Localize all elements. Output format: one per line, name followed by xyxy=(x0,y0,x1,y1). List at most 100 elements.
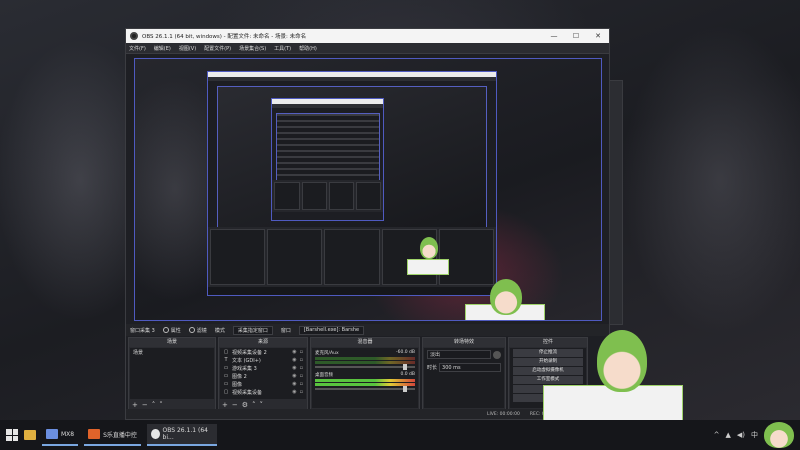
menu-view[interactable]: 视图(V) xyxy=(179,45,196,52)
sources-toolbar: + − ⚙ ˄ ˅ xyxy=(219,400,307,409)
eye-icon[interactable]: ◉ xyxy=(292,373,296,379)
properties-option[interactable]: 属性 xyxy=(162,327,181,334)
chevron-up-icon[interactable]: ^ xyxy=(714,431,720,439)
radio-icon xyxy=(188,327,195,333)
remove-icon[interactable]: − xyxy=(232,401,238,409)
scene-properties-bar: 窗口采集 3 属性 滤镜 模式 采集指定窗口 窗口 [Barshell.exe]… xyxy=(126,324,609,336)
remove-icon[interactable]: − xyxy=(142,401,148,409)
vtuber-avatar xyxy=(490,279,522,315)
move-down-icon[interactable]: ˅ xyxy=(159,401,163,409)
taskbar-item-obs[interactable]: OBS 26.1.1 (64 bi... xyxy=(146,424,217,446)
eye-icon[interactable]: ◉ xyxy=(292,365,296,371)
eye-icon[interactable]: ◉ xyxy=(292,389,296,395)
lock-icon[interactable]: ▫ xyxy=(300,349,303,355)
scenes-dock-title: 场景 xyxy=(129,338,215,347)
app-icon xyxy=(88,429,101,439)
docks-area: 场景 场景 + − ˄ ˅ 来源 ▢ 视频采集设备 2 ◉ ▫ T 文本 (GDI+) ◉… xyxy=(126,337,609,410)
start-virtual-camera-button[interactable]: 启动虚拟摄像机 xyxy=(513,367,583,375)
network-icon[interactable]: ▲ xyxy=(725,431,730,439)
track-name: 麦克风/Aux xyxy=(315,351,339,356)
lock-icon[interactable]: ▫ xyxy=(300,381,303,387)
menu-bar: 文件(F) 编辑(E) 视图(V) 配置文件(P) 场景集合(S) 工具(T) … xyxy=(126,43,609,54)
gear-icon[interactable]: ⚙ xyxy=(242,401,248,409)
menu-help[interactable]: 帮助(H) xyxy=(299,45,317,52)
track-name: 桌面音频 xyxy=(315,373,333,378)
mixer-track: 桌面音频 0.0 dB xyxy=(312,370,418,392)
track-db: -60.0 dB xyxy=(395,350,415,355)
volume-meter xyxy=(315,383,415,386)
source-item[interactable]: ▢ 视频采集设备 2 ◉ ▫ xyxy=(220,348,306,356)
image-icon: ▭ xyxy=(223,373,229,379)
volume-slider[interactable] xyxy=(315,364,415,370)
text-icon: T xyxy=(224,357,228,363)
sources-dock: 来源 ▢ 视频采集设备 2 ◉ ▫ T 文本 (GDI+) ◉ ▫ ▭ 游戏采集 3 ◉ ▫ ▭ 图… xyxy=(218,337,308,410)
taskbar: MX8 S乐直播中控 OBS 26.1.1 (64 bi... ^ ▲ ◀) 中 xyxy=(0,420,800,450)
gear-icon[interactable] xyxy=(493,350,501,359)
source-item[interactable]: T 文本 (GDI+) ◉ ▫ xyxy=(220,356,306,364)
source-item[interactable]: ▢ 视频采集设备 ◉ ▫ xyxy=(220,388,306,396)
menu-scene-collection[interactable]: 场景集合(S) xyxy=(239,45,266,52)
transition-select[interactable]: 淡出 xyxy=(427,350,491,359)
filters-option[interactable]: 滤镜 xyxy=(188,327,207,334)
volume-icon[interactable]: ◀) xyxy=(737,431,745,439)
volume-slider[interactable] xyxy=(315,386,415,392)
window-title: OBS 26.1.1 (64 bit, windows) - 配置文件: 未命名… xyxy=(142,34,307,40)
mode-select[interactable]: 采集指定窗口 xyxy=(232,325,273,335)
mixer-body: 麦克风/Aux -60.0 dB 桌面音频 0.0 dB xyxy=(312,348,418,408)
windows-start-icon[interactable] xyxy=(6,429,18,441)
add-icon[interactable]: + xyxy=(132,401,138,409)
eye-icon[interactable]: ◉ xyxy=(292,349,296,355)
taskbar-item-live-console[interactable]: S乐直播中控 xyxy=(84,424,141,446)
current-scene-label: 窗口采集 3 xyxy=(130,327,155,334)
menu-tools[interactable]: 工具(T) xyxy=(274,45,291,52)
track-db: 0.0 dB xyxy=(400,372,415,377)
preview-canvas[interactable] xyxy=(134,58,602,321)
lock-icon[interactable]: ▫ xyxy=(300,373,303,379)
scene-item[interactable]: 场景 xyxy=(130,348,214,357)
taskbar-item-mx8[interactable]: MX8 xyxy=(42,424,79,446)
eye-icon[interactable]: ◉ xyxy=(292,357,296,363)
image-icon: ▭ xyxy=(223,381,229,387)
mixer-dock-title: 混音器 xyxy=(311,338,419,347)
lock-icon[interactable]: ▫ xyxy=(300,357,303,363)
transitions-dock: 转场特效 淡出 时长 300 ms xyxy=(422,337,506,410)
duration-input[interactable]: 300 ms xyxy=(439,363,501,372)
sources-list: ▢ 视频采集设备 2 ◉ ▫ T 文本 (GDI+) ◉ ▫ ▭ 游戏采集 3 ◉ ▫ ▭ 图像 2… xyxy=(220,348,306,399)
close-icon[interactable]: ✕ xyxy=(587,29,609,43)
lock-icon[interactable]: ▫ xyxy=(300,389,303,395)
nested-preview-2 xyxy=(271,98,385,222)
window-select[interactable]: [Barshell.exe]: Barshe xyxy=(298,325,365,335)
minimize-icon[interactable]: — xyxy=(543,29,565,43)
ime-icon[interactable]: 中 xyxy=(751,430,758,440)
title-bar[interactable]: OBS 26.1.1 (64 bit, windows) - 配置文件: 未命名… xyxy=(126,29,609,43)
move-down-icon[interactable]: ˅ xyxy=(260,401,264,409)
avatar-keyboard-card-small xyxy=(407,259,449,275)
window-controls: — ☐ ✕ xyxy=(543,29,609,43)
app-icon xyxy=(46,429,58,439)
transitions-body: 淡出 时长 300 ms xyxy=(424,348,504,408)
lock-icon[interactable]: ▫ xyxy=(300,365,303,371)
mode-label: 模式 xyxy=(214,327,225,334)
transitions-dock-title: 转场特效 xyxy=(423,338,505,347)
window-label: 窗口 xyxy=(280,327,291,334)
menu-file[interactable]: 文件(F) xyxy=(129,45,146,52)
source-item[interactable]: ▭ 游戏采集 3 ◉ ▫ xyxy=(220,364,306,372)
eye-icon[interactable]: ◉ xyxy=(292,381,296,387)
menu-edit[interactable]: 编辑(E) xyxy=(154,45,171,52)
menu-profile[interactable]: 配置文件(P) xyxy=(204,45,231,52)
status-bar: LIVE: 00:00:00 REC: 00:00:00 CPU: FPS xyxy=(126,409,609,419)
audio-mixer-dock: 混音器 麦克风/Aux -60.0 dB 桌面音频 0.0 dB xyxy=(310,337,420,410)
scenes-list: 场景 xyxy=(130,348,214,399)
volume-meter xyxy=(315,357,415,360)
maximize-icon[interactable]: ☐ xyxy=(565,29,587,43)
studio-mode-button[interactable]: 工作室模式 xyxy=(513,376,583,384)
source-item[interactable]: ▭ 图像 2 ◉ ▫ xyxy=(220,372,306,380)
source-item[interactable]: ▭ 图像 ◉ ▫ xyxy=(220,380,306,388)
stop-streaming-button[interactable]: 停止推流 xyxy=(513,349,583,357)
move-up-icon[interactable]: ˄ xyxy=(252,401,256,409)
move-up-icon[interactable]: ˄ xyxy=(152,401,156,409)
add-icon[interactable]: + xyxy=(222,401,228,409)
folder-icon[interactable] xyxy=(24,430,36,440)
start-recording-button[interactable]: 开始录制 xyxy=(513,358,583,366)
obs-window: OBS 26.1.1 (64 bit, windows) - 配置文件: 未命名… xyxy=(125,28,610,420)
